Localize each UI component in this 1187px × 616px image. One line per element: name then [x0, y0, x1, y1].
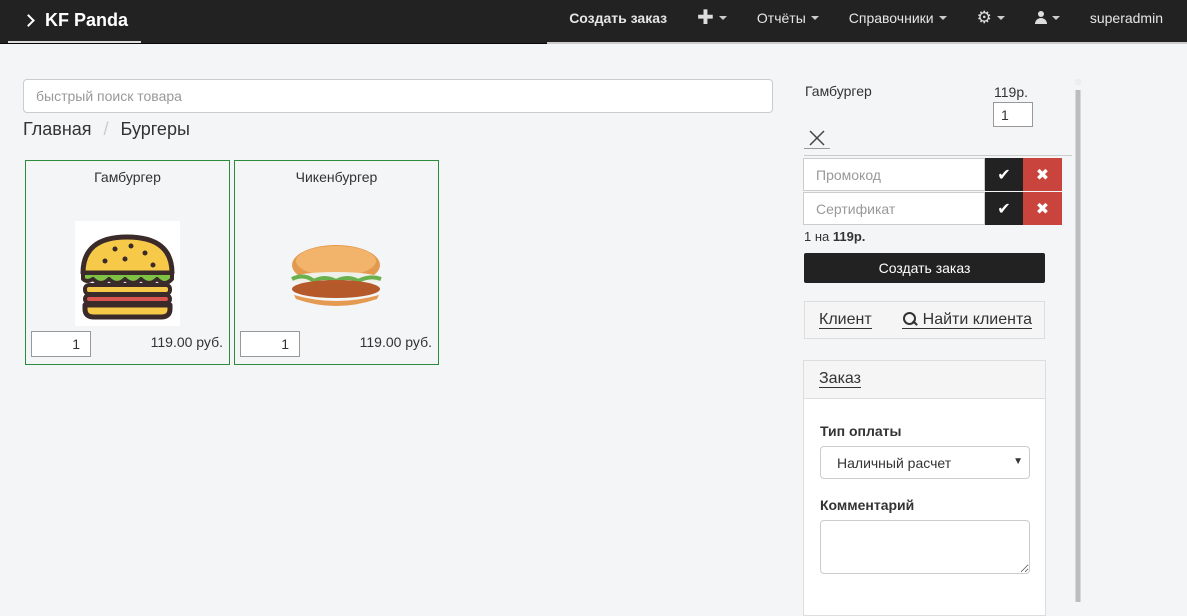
- order-panel-title[interactable]: Заказ: [819, 371, 861, 388]
- caret-down-icon: [938, 16, 947, 20]
- nav-add-dropdown[interactable]: ✚: [682, 0, 742, 44]
- nav-reports-label: Отчёты: [756, 10, 806, 26]
- nav-user-dropdown[interactable]: [1020, 0, 1075, 44]
- find-client-button[interactable]: Найти клиента: [901, 310, 1032, 329]
- caret-down-icon: [810, 16, 819, 20]
- product-qty-input[interactable]: [240, 331, 300, 357]
- right-panel-scrollbar[interactable]: [1075, 90, 1081, 602]
- caret-down-icon: [996, 16, 1005, 20]
- payment-type-select[interactable]: Наличный расчет ▼: [820, 446, 1030, 479]
- product-search-input[interactable]: [23, 79, 773, 113]
- search-icon: [902, 311, 918, 328]
- nav-settings-dropdown[interactable]: ⚙: [962, 0, 1020, 44]
- product-qty-input[interactable]: [31, 331, 91, 357]
- x-icon: ✖: [1035, 200, 1050, 218]
- promocode-apply-button[interactable]: ✔: [985, 158, 1023, 191]
- cart-item-qty-input[interactable]: [993, 102, 1033, 127]
- product-price: 119.00 руб.: [150, 334, 223, 350]
- chickenburger-image: [284, 221, 389, 326]
- chevron-right-icon: [22, 13, 35, 27]
- x-icon: ✖: [1035, 166, 1050, 184]
- breadcrumb: Главная / Бургеры: [23, 119, 190, 140]
- dropdown-arrow-icon: ▼: [1013, 456, 1023, 467]
- breadcrumb-current: Бургеры: [120, 119, 190, 139]
- product-name: Чикенбургер: [295, 169, 378, 185]
- product-name: Гамбургер: [94, 169, 161, 185]
- scrollbar-thumb[interactable]: [1076, 90, 1080, 602]
- client-tab[interactable]: Клиент: [819, 311, 872, 329]
- remove-item-button[interactable]: [804, 127, 830, 149]
- scrollbar-arrow[interactable]: [1075, 79, 1081, 85]
- cart-divider: [804, 155, 1072, 156]
- nav-directories-label: Справочники: [848, 10, 934, 26]
- product-price: 119.00 руб.: [359, 334, 432, 350]
- cart-item-name: Гамбургер: [805, 83, 872, 99]
- cart-summary: 1 на 119р.: [804, 229, 865, 244]
- create-order-button[interactable]: Создать заказ: [804, 253, 1045, 283]
- nav-create-order[interactable]: Создать заказ: [554, 0, 682, 44]
- promocode-row: ✔ ✖: [803, 158, 1062, 191]
- summary-total: 119р.: [832, 229, 866, 244]
- summary-prefix: 1 на: [804, 229, 833, 244]
- caret-down-icon: [1051, 16, 1060, 20]
- plus-icon: ✚: [697, 7, 714, 29]
- breadcrumb-home[interactable]: Главная: [23, 119, 92, 140]
- certificate-apply-button[interactable]: ✔: [985, 192, 1023, 225]
- breadcrumb-separator: /: [103, 119, 109, 139]
- check-icon: ✔: [997, 166, 1011, 184]
- check-icon: ✔: [997, 200, 1011, 218]
- payment-type-label: Тип оплаты: [820, 423, 902, 439]
- caret-down-icon: [718, 16, 727, 20]
- nav-directories-dropdown[interactable]: Справочники: [834, 0, 962, 44]
- product-card-chickenburger[interactable]: Чикенбургер 119.00 руб.: [234, 160, 439, 365]
- find-client-label: Найти клиента: [922, 310, 1032, 328]
- user-icon: [1034, 11, 1047, 25]
- nav-underline: [547, 42, 1187, 44]
- brand-underline: [8, 41, 141, 43]
- cart-item-price: 119р.: [994, 84, 1028, 100]
- brand-link[interactable]: KF Panda: [22, 0, 129, 44]
- nav-create-order-label: Создать заказ: [569, 10, 668, 26]
- order-panel: Заказ Тип оплаты Наличный расчет ▼ Комме…: [803, 360, 1046, 616]
- promocode-clear-button[interactable]: ✖: [1023, 158, 1062, 191]
- product-card-hamburger[interactable]: Гамбургер 119.00 руб.: [25, 160, 230, 365]
- top-navbar: KF Panda Создать заказ ✚ Отчёты Справочн…: [0, 0, 1187, 44]
- certificate-row: ✔ ✖: [803, 192, 1062, 225]
- username-label: superadmin: [1089, 10, 1163, 26]
- gear-icon: ⚙: [976, 8, 992, 27]
- promocode-input[interactable]: [803, 158, 985, 191]
- client-box: Клиент Найти клиента: [804, 301, 1045, 339]
- nav-reports-dropdown[interactable]: Отчёты: [742, 0, 834, 44]
- comment-label: Комментарий: [820, 497, 915, 513]
- brand-title: KF Panda: [45, 9, 129, 30]
- certificate-input[interactable]: [803, 192, 985, 225]
- nav-menu: Создать заказ ✚ Отчёты Справочники ⚙ sup…: [554, 0, 1187, 44]
- order-panel-header: Заказ: [804, 361, 1045, 399]
- close-icon: [809, 129, 825, 146]
- certificate-clear-button[interactable]: ✖: [1023, 192, 1062, 225]
- comment-textarea[interactable]: [820, 520, 1030, 574]
- hamburger-image: [75, 221, 180, 326]
- payment-type-value: Наличный расчет: [837, 454, 952, 471]
- nav-username[interactable]: superadmin: [1075, 0, 1187, 44]
